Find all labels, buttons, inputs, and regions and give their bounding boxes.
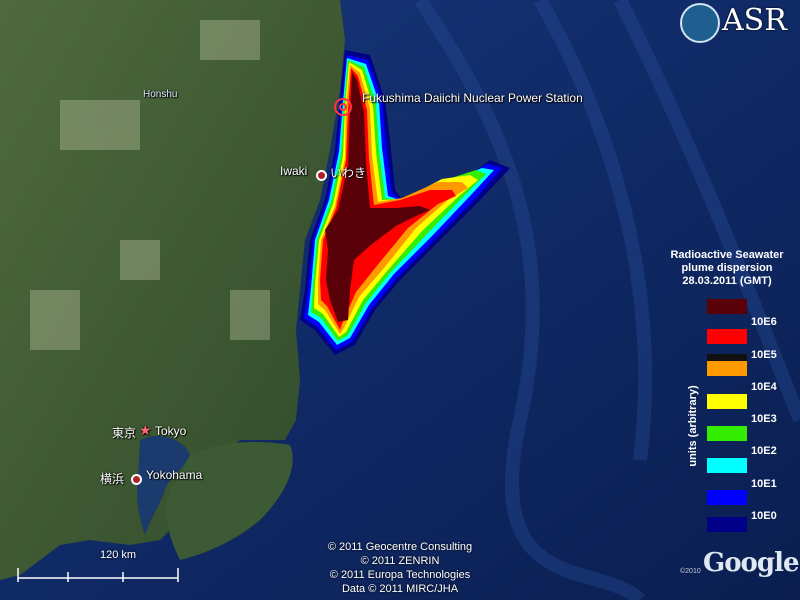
asr-logo-icon bbox=[680, 3, 720, 43]
credit-line: © 2011 Europa Technologies bbox=[329, 569, 471, 581]
legend-title-line3: 28.03.2011 (GMT) bbox=[682, 275, 772, 287]
legend-swatch bbox=[707, 490, 747, 505]
label-yokohama: Yokohama bbox=[146, 468, 203, 482]
legend-tick-label: 10E5 bbox=[751, 349, 777, 361]
label-tokyo: Tokyo bbox=[155, 424, 187, 438]
legend-swatch bbox=[707, 517, 747, 532]
google-logo: Google bbox=[703, 548, 799, 578]
legend-title-line1: Radioactive Seawater bbox=[670, 249, 784, 261]
legend-axis-label: units (arbitrary) bbox=[687, 385, 699, 467]
legend-swatch bbox=[707, 329, 747, 344]
asr-logo-text: ASR bbox=[722, 3, 787, 38]
credit-line: © 2011 ZENRIN bbox=[360, 555, 440, 567]
legend-swatch bbox=[707, 426, 747, 441]
credit-line: © 2011 Geocentre Consulting bbox=[327, 541, 473, 553]
legend-swatch bbox=[707, 361, 747, 376]
iwaki-marker[interactable] bbox=[316, 170, 327, 181]
legend-tick-label: 10E0 bbox=[751, 510, 777, 522]
credits: © 2011 Geocentre Consulting © 2011 ZENRI… bbox=[300, 540, 500, 596]
legend-tick-label: 10E2 bbox=[751, 445, 777, 457]
google-copyright: ©2010 bbox=[680, 568, 701, 575]
map-background bbox=[0, 0, 800, 600]
scale-label: 120 km bbox=[100, 549, 137, 561]
legend-tick-label: 10E3 bbox=[751, 413, 777, 425]
credit-line: Data © 2011 MIRC/JHA bbox=[341, 583, 459, 595]
legend-swatch bbox=[707, 299, 747, 314]
yokohama-marker[interactable] bbox=[131, 474, 142, 485]
legend-tick-label: 10E4 bbox=[751, 381, 777, 393]
legend-swatch bbox=[707, 394, 747, 409]
legend-tick-label: 10E1 bbox=[751, 478, 777, 490]
legend-title-line2: plume dispersion bbox=[681, 262, 773, 274]
label-honshu: Honshu bbox=[143, 89, 178, 100]
satellite-map[interactable]: ASR Honshu Fukushima Daiichi Nuclear Pow… bbox=[0, 0, 800, 600]
fukushima-marker[interactable] bbox=[334, 98, 352, 116]
tokyo-star-icon[interactable]: ★ bbox=[139, 422, 152, 439]
label-fukushima: Fukushima Daiichi Nuclear Power Station bbox=[362, 91, 583, 105]
legend-swatch bbox=[707, 458, 747, 473]
legend-title: Radioactive Seawater plume dispersion 28… bbox=[660, 249, 794, 288]
label-yokohama-jp: 横浜 bbox=[100, 472, 125, 486]
label-iwaki: Iwaki bbox=[280, 164, 308, 178]
legend-tick-label: 10E6 bbox=[751, 316, 777, 328]
label-iwaki-jp: いわき bbox=[330, 166, 367, 180]
label-tokyo-jp: 東京 bbox=[112, 426, 137, 440]
